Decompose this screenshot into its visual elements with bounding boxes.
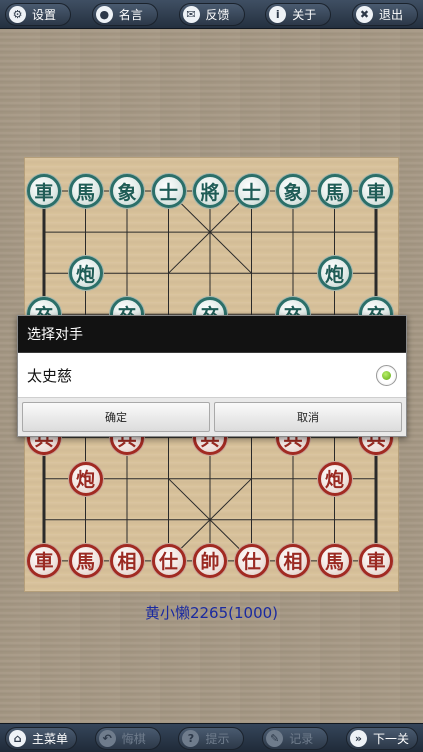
quotes-button[interactable]: ● 名言	[91, 2, 158, 26]
red-piece[interactable]: 炮	[68, 461, 103, 496]
green-piece[interactable]: 象	[276, 174, 310, 208]
speech-bubble-icon: ●	[95, 5, 113, 23]
hint-icon: ?	[182, 729, 200, 747]
select-opponent-dialog: 选择对手 太史慈 确定 取消	[17, 315, 407, 437]
player-name: 黄小懒2265(1000)	[144, 604, 279, 622]
green-piece[interactable]: 士	[151, 174, 186, 208]
undo-button[interactable]: ↶ 悔棋	[94, 726, 161, 750]
settings-button[interactable]: ⚙ 设置	[5, 2, 71, 26]
red-piece[interactable]: 車	[27, 543, 61, 578]
gear-icon: ⚙	[9, 5, 26, 23]
cancel-button[interactable]: 取消	[214, 402, 402, 432]
about-button[interactable]: i 关于	[265, 2, 332, 26]
red-piece[interactable]: 車	[359, 543, 393, 578]
feedback-label: 反馈	[205, 7, 230, 22]
radio-selected-dot	[382, 370, 391, 380]
record-label: 记录	[289, 731, 314, 746]
red-piece[interactable]: 帥	[193, 543, 227, 578]
opponent-option-label: 太史慈	[27, 366, 73, 385]
bottom-toolbar: ⌂ 主菜单 ↶ 悔棋? 提示 ✎ 记录 » 下一关	[0, 723, 423, 752]
quotes-label: 名言	[118, 7, 143, 22]
opponent-radio[interactable]	[376, 364, 397, 386]
opponent-option[interactable]: 太史慈	[18, 353, 406, 398]
close-icon: ✖	[356, 5, 373, 23]
main-menu-button[interactable]: ⌂ 主菜单	[5, 726, 78, 750]
record-button[interactable]: ✎ 记录	[262, 726, 329, 750]
settings-label: 设置	[32, 7, 57, 22]
hint-label: 提示	[205, 731, 230, 746]
next-label: 下一关	[372, 731, 409, 746]
green-piece[interactable]: 將	[193, 174, 227, 208]
feedback-button[interactable]: ✉ 反馈	[178, 2, 245, 26]
dialog-buttons: 确定 取消	[18, 398, 406, 436]
red-piece[interactable]: 仕	[151, 543, 186, 578]
exit-button[interactable]: ✖ 退出	[352, 2, 418, 26]
green-piece[interactable]: 炮	[68, 256, 103, 291]
green-piece[interactable]: 士	[234, 174, 269, 208]
red-piece[interactable]: 相	[110, 543, 144, 578]
top-toolbar: ⚙ 设置 ● 名言 ✉ 反馈 i 关于 ✖ 退出	[0, 0, 423, 29]
red-piece[interactable]: 炮	[317, 461, 352, 496]
green-piece[interactable]: 象	[110, 174, 144, 208]
green-piece[interactable]: 車	[27, 174, 61, 208]
red-piece[interactable]: 相	[276, 543, 310, 578]
next-icon: »	[349, 729, 367, 747]
next-button[interactable]: » 下一关	[345, 726, 418, 750]
exit-label: 退出	[379, 7, 404, 22]
home-icon: ⌂	[9, 729, 26, 747]
red-piece[interactable]: 仕	[234, 543, 269, 578]
main-menu-label: 主菜单	[32, 731, 69, 746]
dialog-title: 选择对手	[18, 316, 406, 353]
undo-label: 悔棋	[121, 731, 146, 746]
info-icon: i	[269, 5, 287, 23]
green-piece[interactable]: 馬	[68, 174, 103, 208]
about-label: 关于	[292, 7, 317, 22]
green-piece[interactable]: 炮	[317, 256, 352, 291]
mail-icon: ✉	[182, 5, 200, 23]
green-piece[interactable]: 車	[359, 174, 393, 208]
pencil-icon: ✎	[266, 729, 284, 747]
green-piece[interactable]: 馬	[317, 174, 352, 208]
confirm-button[interactable]: 确定	[22, 402, 210, 432]
undo-icon: ↶	[98, 729, 116, 747]
hint-button[interactable]: ? 提示	[178, 726, 245, 750]
red-piece[interactable]: 馬	[317, 543, 352, 578]
red-piece[interactable]: 馬	[68, 543, 103, 578]
